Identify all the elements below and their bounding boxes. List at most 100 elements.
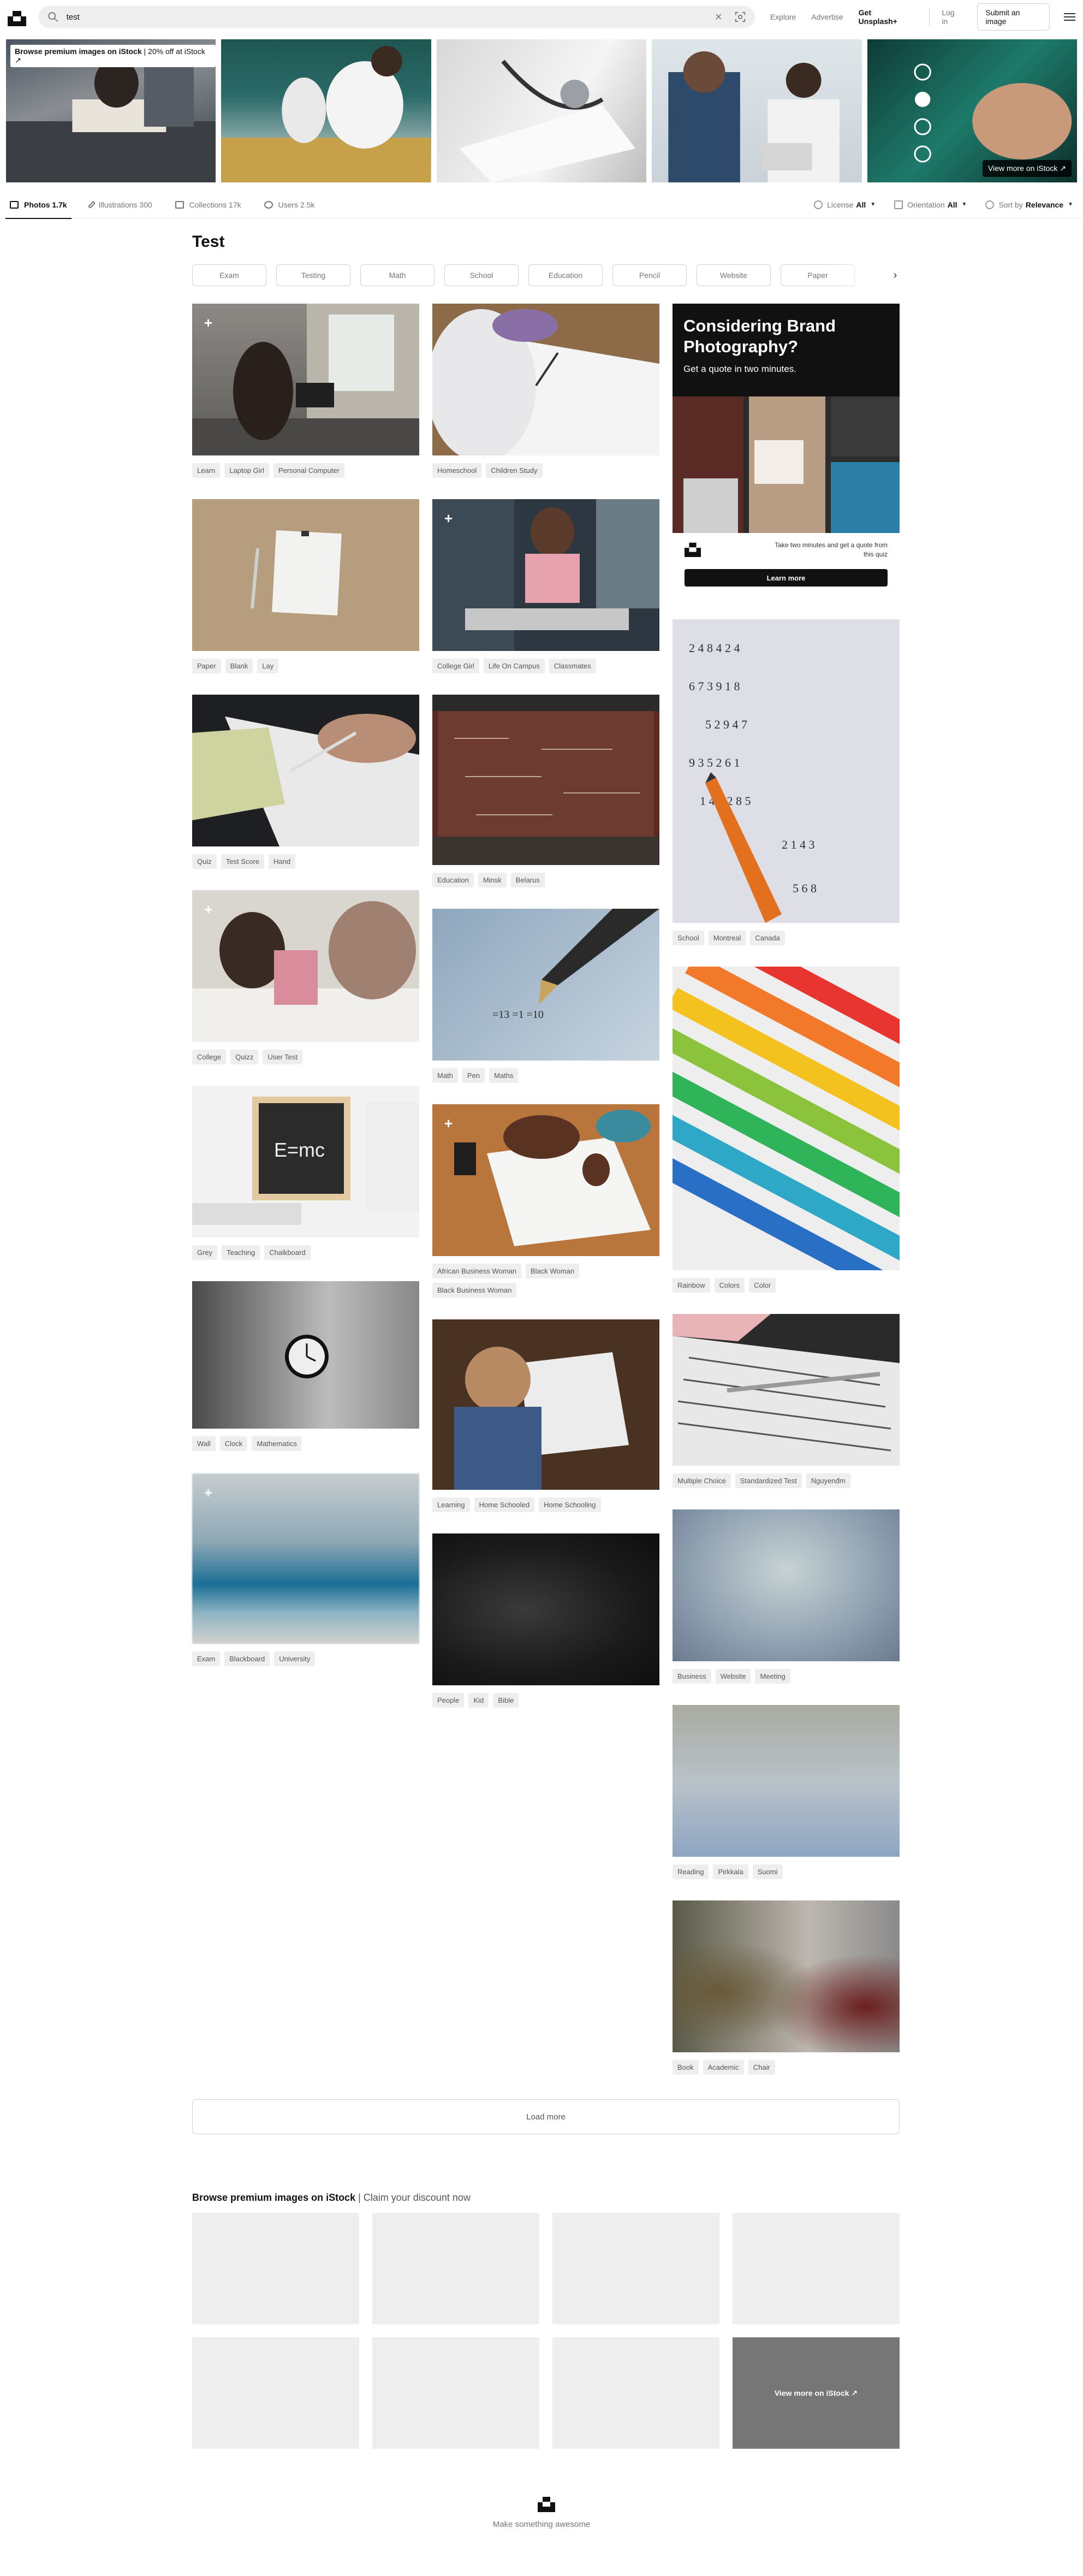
istock-placeholder[interactable] xyxy=(372,2337,539,2449)
visual-search-icon[interactable] xyxy=(734,11,746,23)
unsplash-logo[interactable] xyxy=(8,8,26,26)
photo[interactable]: + xyxy=(192,1473,419,1644)
tag[interactable]: Minsk xyxy=(478,873,507,887)
tag[interactable]: Reading xyxy=(673,1864,709,1879)
tag[interactable]: Teaching xyxy=(222,1245,260,1260)
related-chip[interactable]: Education xyxy=(528,264,603,286)
tab-illustrations[interactable]: Illustrations 300 xyxy=(87,191,152,218)
nav-get-unsplash-plus[interactable]: Get Unsplash+ xyxy=(859,8,911,26)
tag[interactable]: Home Schooling xyxy=(539,1497,601,1512)
banner-image[interactable]: Browse premium images on iStock | 20% of… xyxy=(6,39,216,182)
tag[interactable]: Canada xyxy=(750,931,785,945)
istock-section-title[interactable]: Browse premium images on iStock | Claim … xyxy=(192,2192,471,2204)
istock-placeholder[interactable] xyxy=(192,2213,359,2324)
search-input[interactable] xyxy=(66,12,715,22)
related-chip[interactable]: School xyxy=(444,264,519,286)
photo[interactable]: + xyxy=(432,1104,659,1256)
tag[interactable]: Blank xyxy=(225,659,253,673)
istock-placeholder[interactable] xyxy=(192,2337,359,2449)
tag[interactable]: Quizz xyxy=(230,1050,259,1064)
tag[interactable]: Rainbow xyxy=(673,1278,710,1293)
photo[interactable] xyxy=(192,695,419,846)
tag[interactable]: Black Business Woman xyxy=(432,1283,517,1298)
photo[interactable] xyxy=(432,304,659,455)
tag[interactable]: Color xyxy=(749,1278,776,1293)
tag[interactable]: Academic xyxy=(703,2060,744,2075)
tag[interactable]: University xyxy=(274,1651,316,1666)
photo[interactable]: 2 4 8 4 2 4 6 7 3 9 1 8 5 2 9 4 7 9 3 5 2 6… xyxy=(673,619,900,923)
photo[interactable] xyxy=(673,1900,900,2052)
tag[interactable]: People xyxy=(432,1693,465,1708)
learn-more-button[interactable]: Learn more xyxy=(685,569,888,587)
search-icon[interactable] xyxy=(47,11,59,23)
photo[interactable] xyxy=(673,1509,900,1661)
tag[interactable]: School xyxy=(673,931,704,945)
tag[interactable]: African Business Woman xyxy=(432,1264,521,1278)
photo[interactable] xyxy=(673,1705,900,1857)
tag[interactable]: Clock xyxy=(219,1436,248,1451)
related-chip[interactable]: Testing xyxy=(276,264,350,286)
tag[interactable]: Personal Computer xyxy=(273,463,344,478)
tag[interactable]: Quiz xyxy=(192,854,217,869)
tag[interactable]: Kid xyxy=(468,1693,489,1708)
tag[interactable]: College xyxy=(192,1050,227,1064)
nav-explore[interactable]: Explore xyxy=(770,13,796,21)
tag[interactable]: Children Study xyxy=(486,463,543,478)
tag[interactable]: Website xyxy=(715,1669,751,1684)
tag[interactable]: Suomi xyxy=(752,1864,783,1879)
login-link[interactable]: Log in xyxy=(942,8,962,26)
tag[interactable]: Pen xyxy=(462,1068,485,1083)
istock-placeholder[interactable] xyxy=(552,2213,719,2324)
photo[interactable] xyxy=(432,695,659,865)
tag[interactable]: Hand xyxy=(269,854,296,869)
tag[interactable]: Lay xyxy=(257,659,279,673)
tag[interactable]: Meeting xyxy=(755,1669,790,1684)
banner-image[interactable] xyxy=(221,39,431,182)
banner-badge[interactable]: Browse premium images on iStock | 20% of… xyxy=(10,45,216,67)
tag[interactable]: Chalkboard xyxy=(264,1245,311,1260)
related-chip[interactable]: Pencil xyxy=(612,264,687,286)
tag[interactable]: Grey xyxy=(192,1245,218,1260)
tag[interactable]: Laptop Girl xyxy=(224,463,269,478)
tag[interactable]: Learning xyxy=(432,1497,470,1512)
tag[interactable]: Standardized Test xyxy=(735,1473,802,1488)
tag[interactable]: Blackboard xyxy=(224,1651,270,1666)
unsplash-logo[interactable] xyxy=(538,2495,555,2512)
tag[interactable]: Bible xyxy=(493,1693,519,1708)
tag[interactable]: Life On Campus xyxy=(483,659,545,673)
photo[interactable] xyxy=(192,1281,419,1429)
photo[interactable]: =13 =1 =10 xyxy=(432,909,659,1061)
search-bar[interactable]: × xyxy=(38,6,755,28)
tab-users[interactable]: Users 2.5k xyxy=(264,191,315,218)
tag[interactable]: Nguyenđm xyxy=(806,1473,850,1488)
tag[interactable]: Book xyxy=(673,2060,699,2075)
hamburger-menu-icon[interactable] xyxy=(1063,11,1075,23)
tag[interactable]: Classmates xyxy=(549,659,596,673)
nav-advertise[interactable]: Advertise xyxy=(811,13,843,21)
tag[interactable]: Learn xyxy=(192,463,221,478)
photo[interactable] xyxy=(432,1533,659,1685)
tag[interactable]: Home Schooled xyxy=(474,1497,535,1512)
tag[interactable]: College Girl xyxy=(432,659,479,673)
tag[interactable]: Pirkkala xyxy=(713,1864,748,1879)
load-more-button[interactable]: Load more xyxy=(192,2099,900,2134)
tag[interactable]: Paper xyxy=(192,659,221,673)
banner-image[interactable]: View more on iStock ↗ xyxy=(867,39,1078,182)
banner-image[interactable] xyxy=(436,39,647,182)
tag[interactable]: Math xyxy=(432,1068,458,1083)
tag[interactable]: User Test xyxy=(263,1050,302,1064)
tab-collections[interactable]: Collections 17k xyxy=(175,191,241,218)
tag[interactable]: Homeschool xyxy=(432,463,482,478)
photo[interactable]: + xyxy=(192,890,419,1042)
photo[interactable]: + xyxy=(432,499,659,651)
tag[interactable]: Mathematics xyxy=(252,1436,302,1451)
tag[interactable]: Test Score xyxy=(221,854,265,869)
tag[interactable]: Business xyxy=(673,1669,711,1684)
tag[interactable]: Belarus xyxy=(510,873,545,887)
orientation-filter[interactable]: Orientation All ▼ xyxy=(894,200,967,209)
photo[interactable]: E=mc xyxy=(192,1086,419,1237)
tag[interactable]: Multiple Choice xyxy=(673,1473,731,1488)
photo[interactable] xyxy=(192,499,419,651)
photo[interactable] xyxy=(432,1319,659,1490)
banner-image[interactable] xyxy=(652,39,862,182)
